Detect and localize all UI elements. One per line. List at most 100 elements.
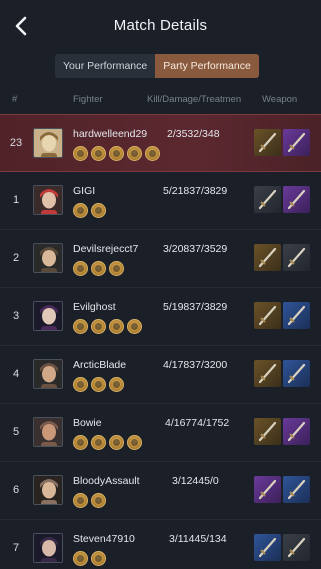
player-name: Steven47910 (73, 533, 135, 545)
player-stats: 5/21837/3829 (163, 185, 228, 197)
player-rank: 6 (12, 484, 20, 496)
achievement-badges (73, 435, 142, 450)
achievement-badges (73, 203, 106, 218)
player-rank: 7 (12, 542, 20, 554)
tab-your-performance[interactable]: Your Performance (55, 54, 156, 78)
spear-icon[interactable] (283, 360, 310, 387)
weapon-slots (254, 418, 310, 445)
avatar[interactable] (33, 359, 63, 389)
weapon-slots (254, 476, 310, 503)
spear-icon[interactable] (283, 476, 310, 503)
medal-icon (73, 146, 88, 161)
table-row[interactable]: 7 Steven47910 3/11445/134 (0, 520, 321, 569)
player-stats: 4/17837/3200 (163, 359, 228, 371)
player-rank: 23 (9, 137, 23, 149)
weapon-slots (254, 129, 310, 156)
medal-icon (109, 261, 124, 276)
weapon-slots (254, 534, 310, 561)
crossbow-icon[interactable] (283, 244, 310, 271)
header-bar: Match Details (0, 0, 321, 52)
table-row[interactable]: 6 BloodyAssault 3/12445/0 (0, 462, 321, 520)
cannon-icon[interactable] (254, 418, 281, 445)
player-stats: 4/16774/1752 (165, 417, 230, 429)
spear-icon[interactable] (254, 534, 281, 561)
player-name: GIGI (73, 185, 96, 197)
medal-icon (91, 551, 106, 566)
gauntlet-icon[interactable] (254, 129, 281, 156)
nunchaku-icon[interactable] (254, 186, 281, 213)
player-stats: 2/3532/348 (167, 128, 220, 140)
player-name: hardwelleend29 (73, 128, 148, 140)
dagger-icon[interactable] (254, 244, 281, 271)
achievement-badges (73, 261, 124, 276)
medal-icon (109, 319, 124, 334)
medal-icon (109, 435, 124, 450)
avatar[interactable] (33, 475, 63, 505)
player-name: ArcticBlade (73, 359, 127, 371)
player-rank: 1 (12, 194, 20, 206)
table-row[interactable]: 3 Evilghost 5/19837/3829 (0, 288, 321, 346)
column-stats: Kill/Damage/Treatmen (147, 94, 242, 105)
crossbow-icon[interactable] (283, 534, 310, 561)
tab-party-performance[interactable]: Party Performance (155, 54, 259, 78)
medal-icon (91, 261, 106, 276)
weapon-slots (254, 186, 310, 213)
medal-icon (91, 319, 106, 334)
medal-icon (73, 551, 88, 566)
column-rank: # (12, 94, 18, 105)
medal-icon (91, 435, 106, 450)
player-name: Evilghost (73, 301, 116, 313)
achievement-badges (73, 146, 160, 161)
player-rank: 5 (12, 426, 20, 438)
sword-icon[interactable] (254, 302, 281, 329)
avatar[interactable] (33, 128, 63, 158)
avatar[interactable] (33, 301, 63, 331)
medal-icon (109, 146, 124, 161)
sword-icon[interactable] (254, 476, 281, 503)
medal-icon (127, 146, 142, 161)
player-stats: 5/19837/3829 (163, 301, 228, 313)
medal-icon (73, 435, 88, 450)
weapon-slots (254, 302, 310, 329)
avatar[interactable] (33, 243, 63, 273)
medal-icon (73, 319, 88, 334)
table-row[interactable]: 4 ArcticBlade 4/17837/3200 (0, 346, 321, 404)
achievement-badges (73, 551, 106, 566)
player-rank: 4 (12, 368, 20, 380)
medal-icon (145, 146, 160, 161)
player-stats: 3/11445/134 (169, 533, 227, 545)
achievement-badges (73, 377, 124, 392)
medal-icon (109, 377, 124, 392)
table-row[interactable]: 2 Devilsrejecct7 3/20837/3529 (0, 230, 321, 288)
player-name: Devilsrejecct7 (73, 243, 139, 255)
medal-icon (127, 435, 142, 450)
player-rank: 3 (12, 310, 20, 322)
spear-icon[interactable] (283, 186, 310, 213)
column-header: # Fighter Kill/Damage/Treatmen Weapon (0, 88, 321, 112)
table-row[interactable]: 5 Bowie 4/16774/1752 (0, 404, 321, 462)
medal-icon (73, 377, 88, 392)
sword-icon[interactable] (283, 418, 310, 445)
table-row[interactable]: 1 GIGI 5/21837/3829 (0, 172, 321, 230)
achievement-badges (73, 319, 142, 334)
medal-icon (91, 146, 106, 161)
spear-icon[interactable] (283, 302, 310, 329)
player-stats: 3/12445/0 (172, 475, 219, 487)
page-title: Match Details (113, 17, 208, 34)
column-fighter: Fighter (73, 94, 103, 105)
performance-tabs: Your Performance Party Performance (55, 54, 259, 78)
column-weapon: Weapon (262, 94, 298, 105)
player-row-self[interactable]: 23 hardwelleend29 2/3532/348 (0, 114, 321, 172)
achievement-badges (73, 493, 106, 508)
sword-icon[interactable] (254, 360, 281, 387)
avatar[interactable] (33, 533, 63, 563)
medal-icon (73, 261, 88, 276)
medal-icon (127, 319, 142, 334)
player-stats: 3/20837/3529 (163, 243, 228, 255)
avatar[interactable] (33, 185, 63, 215)
medal-icon (91, 203, 106, 218)
avatar[interactable] (33, 417, 63, 447)
sword-icon[interactable] (283, 129, 310, 156)
player-name: BloodyAssault (73, 475, 140, 487)
medal-icon (73, 493, 88, 508)
